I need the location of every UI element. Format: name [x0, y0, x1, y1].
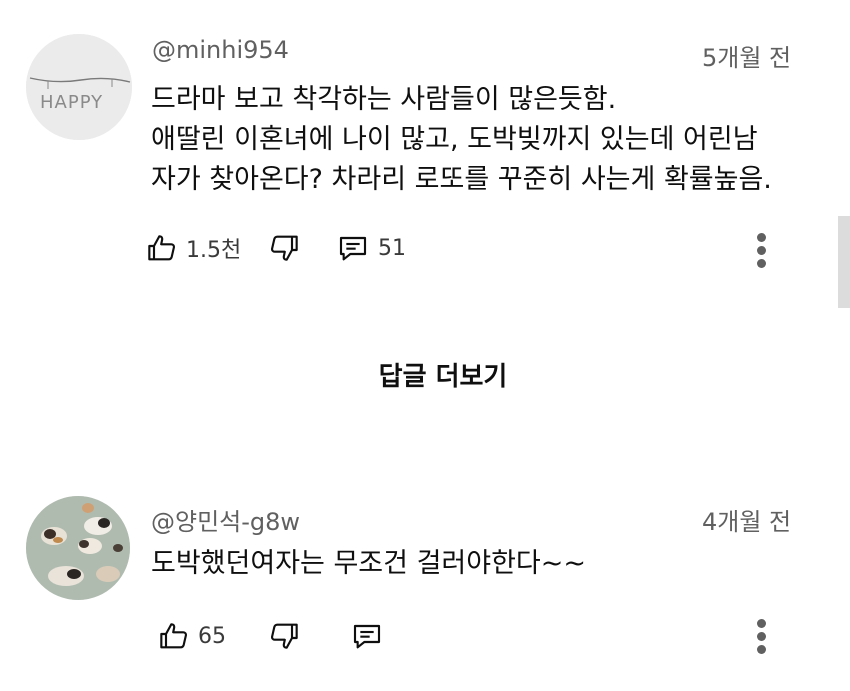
comment-thread-2: @양민석-g8w 4개월 전 도박했던여자는 무조건 걸러야한다~~ 65 — [0, 480, 850, 690]
comment-timestamp: 4개월 전 — [702, 508, 792, 536]
reply-button[interactable]: 51 — [336, 228, 406, 268]
comment-text: 드라마 보고 착각하는 사람들이 많은듯함. 애딸린 이혼녀에 나이 많고, 도… — [151, 80, 772, 200]
comment-thread-1: HAPPY @minhi954 5개월 전 드라마 보고 착각하는 사람들이 많… — [0, 0, 850, 300]
comment-text: 도박했던여자는 무조건 걸러야한다~~ — [151, 544, 586, 584]
reply-button[interactable] — [350, 616, 384, 656]
comment-author[interactable]: @양민석-g8w — [151, 502, 300, 537]
like-button[interactable]: 65 — [158, 616, 226, 656]
comment-actions: 1.5천 51 — [146, 228, 846, 268]
reply-count: 51 — [378, 235, 406, 261]
view-replies-button[interactable]: 답글 더보기 — [0, 356, 850, 393]
comment-text-line: 애딸린 이혼녀에 나이 많고, 도박빚까지 있는데 어린남 — [151, 124, 758, 155]
dislike-button[interactable] — [268, 616, 300, 656]
avatar[interactable] — [26, 496, 130, 600]
more-options-button[interactable] — [750, 230, 774, 270]
avatar-cats-image — [26, 496, 130, 600]
thumbs-up-icon — [148, 235, 176, 261]
comment-actions: 65 — [158, 616, 838, 656]
avatar-text: HAPPY — [40, 92, 103, 113]
comment-author[interactable]: @minhi954 — [152, 36, 289, 64]
thumbs-up-icon — [160, 623, 188, 649]
avatar-happy-banner-image: HAPPY — [26, 34, 132, 140]
more-options-button[interactable] — [750, 616, 774, 656]
thumbs-down-icon — [270, 623, 298, 649]
thumbs-down-icon — [270, 235, 298, 261]
like-count: 65 — [198, 623, 226, 649]
comment-text-line: 도박했던여자는 무조건 걸러야한다~~ — [151, 548, 587, 579]
comment-text-line: 자가 찾아온다? 차라리 로또를 꾸준히 사는게 확률높음. — [151, 164, 772, 195]
comment-text-line: 드라마 보고 착각하는 사람들이 많은듯함. — [151, 84, 617, 115]
comment-icon — [353, 624, 381, 649]
dislike-button[interactable] — [268, 228, 300, 268]
like-button[interactable]: 1.5천 — [146, 228, 241, 268]
like-count: 1.5천 — [186, 238, 242, 263]
comment-timestamp: 5개월 전 — [702, 44, 792, 72]
comment-icon — [339, 236, 367, 261]
avatar[interactable]: HAPPY — [26, 34, 132, 140]
